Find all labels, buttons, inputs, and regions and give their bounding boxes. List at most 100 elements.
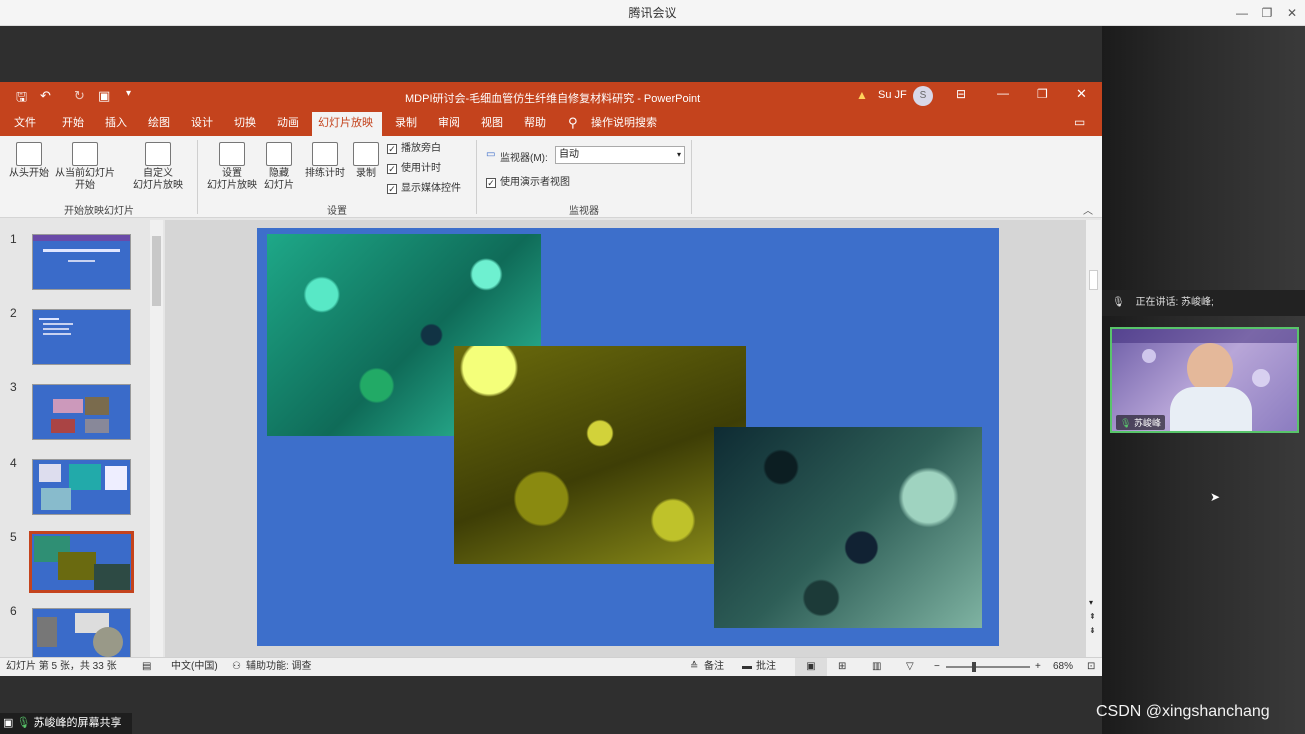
notes-button[interactable]: 备注 <box>704 658 724 676</box>
document-title: MDPI研讨会-毛细血管仿生纤维自修复材料研究 - PowerPoint <box>405 93 701 105</box>
slide-thumbnail-5-selected[interactable] <box>29 531 134 593</box>
from-current-button[interactable]: 从当前幻灯片 开始 <box>52 142 118 192</box>
tab-help[interactable]: 帮助 <box>518 110 552 136</box>
from-current-label-2: 开始 <box>75 180 95 191</box>
lightbulb-icon: ⚲ <box>568 115 578 130</box>
microphone-icon: 🎙 <box>1120 418 1132 428</box>
timer-icon <box>312 142 338 166</box>
user-name[interactable]: Su JF <box>878 89 907 101</box>
play-narrations-checkbox[interactable]: ✓ 播放旁白 <box>387 142 441 156</box>
slide-scrollbar[interactable]: ▾ ⇞ ⇟ <box>1086 220 1101 657</box>
presenter-view-checkbox[interactable]: ✓ 使用演示者视图 <box>486 176 570 190</box>
avatar[interactable]: S <box>913 86 933 106</box>
tab-record[interactable]: 录制 <box>389 110 423 136</box>
present-icon[interactable]: ▣ <box>98 88 110 104</box>
slide-thumbnail-1[interactable] <box>32 234 131 290</box>
slide-thumbnail-4[interactable] <box>32 459 131 515</box>
use-timings-checkbox[interactable]: ✓ 使用计时 <box>387 162 441 176</box>
slide-thumbnail-2[interactable] <box>32 309 131 365</box>
zoom-out-icon[interactable]: − <box>934 658 940 676</box>
micrograph-image-yellow[interactable] <box>454 346 746 564</box>
slide-thumbnail-3[interactable] <box>32 384 131 440</box>
undo-icon[interactable]: ↶ <box>40 88 51 104</box>
collapse-ribbon-icon[interactable]: ︿ <box>1083 202 1093 217</box>
rehearse-label: 排练计时 <box>305 168 345 179</box>
previous-slide-icon[interactable]: ⇞ <box>1089 612 1096 621</box>
slide-sorter-icon[interactable]: ⊞ <box>838 658 846 676</box>
tab-slideshow[interactable]: 幻灯片放映 <box>312 112 382 136</box>
language-indicator[interactable]: 中文(中国) <box>171 658 218 676</box>
slide-counter: 幻灯片 第 5 张，共 33 张 <box>6 661 117 672</box>
ribbon-tabs: 文件 开始 插入 绘图 设计 切换 动画 幻灯片放映 录制 审阅 视图 帮助 ⚲… <box>0 110 1102 136</box>
rehearse-timings-button[interactable]: 排练计时 <box>302 142 348 180</box>
zoom-slider-handle[interactable] <box>972 662 976 672</box>
zoom-level[interactable]: 68% <box>1053 658 1073 676</box>
record-button[interactable]: 录制 <box>350 142 382 180</box>
slideshow-current-icon <box>72 142 98 166</box>
scroll-down-icon[interactable]: ▾ <box>1089 598 1093 607</box>
setup-slideshow-button[interactable]: 设置 幻灯片放映 <box>204 142 260 192</box>
mouse-cursor-icon: ➤ <box>1210 490 1221 504</box>
zoom-slider[interactable] <box>946 666 1030 668</box>
thumb-number: 2 <box>10 306 17 320</box>
close-button[interactable]: ✕ <box>1283 4 1301 22</box>
next-slide-icon[interactable]: ⇟ <box>1089 626 1096 635</box>
record-icon <box>353 142 379 166</box>
play-narrations-label: 播放旁白 <box>401 143 441 154</box>
from-beginning-button[interactable]: 从头开始 <box>6 142 52 180</box>
tab-design[interactable]: 设计 <box>185 110 219 136</box>
comments-button[interactable]: 批注 <box>756 658 776 676</box>
tab-insert[interactable]: 插入 <box>99 110 133 136</box>
tab-animations[interactable]: 动画 <box>271 110 305 136</box>
tab-home[interactable]: 开始 <box>56 110 90 136</box>
scrollbar-thumb[interactable] <box>152 236 161 306</box>
hide-label: 隐藏 <box>269 168 289 179</box>
redo-icon[interactable]: ↻ <box>74 88 85 104</box>
reading-view-icon[interactable]: ▥ <box>872 658 881 676</box>
customize-qat-icon[interactable]: ▾ <box>126 88 131 99</box>
ribbon-display-icon[interactable]: ⊟ <box>956 87 966 101</box>
setup-label: 设置 <box>222 168 242 179</box>
hide-slide-button[interactable]: 隐藏 幻灯片 <box>260 142 298 192</box>
tab-draw[interactable]: 绘图 <box>142 110 176 136</box>
restore-button[interactable]: ❐ <box>1258 4 1276 22</box>
screen-share-indicator[interactable]: ▣ 🎙 苏峻峰的屏幕共享 <box>0 713 132 734</box>
normal-view-icon[interactable]: ▣ <box>795 658 827 676</box>
spellcheck-icon[interactable]: ▤ <box>142 658 151 676</box>
ppt-restore-button[interactable]: ❐ <box>1037 87 1048 101</box>
current-slide[interactable] <box>257 228 999 646</box>
minimize-button[interactable]: — <box>1233 4 1251 22</box>
tell-me-search[interactable]: 操作说明搜索 <box>585 110 663 136</box>
accessibility-status[interactable]: 辅助功能: 调查 <box>246 658 312 676</box>
ribbon-divider <box>476 140 477 214</box>
fit-to-window-icon[interactable]: ⊡ <box>1087 658 1095 676</box>
slideshow-view-icon[interactable]: ▽ <box>906 658 914 676</box>
ppt-close-button[interactable]: ✕ <box>1076 86 1087 102</box>
from-current-label: 从当前幻灯片 <box>55 168 115 179</box>
custom-slideshow-button[interactable]: 自定义 幻灯片放映 <box>124 142 192 192</box>
tab-review[interactable]: 审阅 <box>432 110 466 136</box>
monitor-icon: ▭ <box>486 149 496 160</box>
tab-file[interactable]: 文件 <box>8 110 42 136</box>
screen-share-icon: ▣ <box>3 717 14 729</box>
zoom-in-icon[interactable]: + <box>1035 658 1041 676</box>
monitor-select-value: 自动 <box>559 149 579 160</box>
use-timings-label: 使用计时 <box>401 163 441 174</box>
slide-thumbnail-6[interactable] <box>32 608 131 657</box>
checkmark-icon: ✓ <box>387 144 397 154</box>
custom-label-2: 幻灯片放映 <box>133 180 183 191</box>
save-icon[interactable]: 🖫 <box>16 88 27 110</box>
tab-view[interactable]: 视图 <box>475 110 509 136</box>
scrollbar-thumb[interactable] <box>1089 270 1098 290</box>
thumbnails-scrollbar[interactable] <box>150 220 163 657</box>
monitor-select[interactable]: 自动 ▾ <box>555 146 685 164</box>
micrograph-image-teal[interactable] <box>714 427 982 628</box>
hide-slide-icon <box>266 142 292 166</box>
ppt-minimize-button[interactable]: — <box>997 86 1009 100</box>
show-media-controls-checkbox[interactable]: ✓ 显示媒体控件 <box>387 182 461 196</box>
chevron-down-icon: ▾ <box>676 150 681 159</box>
ribbon: 从头开始 从当前幻灯片 开始 自定义 幻灯片放映 开始放映幻灯片 设置 幻灯片放… <box>0 136 1102 218</box>
participant-video[interactable]: 🎙 苏峻峰 <box>1110 327 1299 433</box>
comments-icon[interactable]: ▭ <box>1074 115 1085 129</box>
tab-transitions[interactable]: 切换 <box>228 110 262 136</box>
